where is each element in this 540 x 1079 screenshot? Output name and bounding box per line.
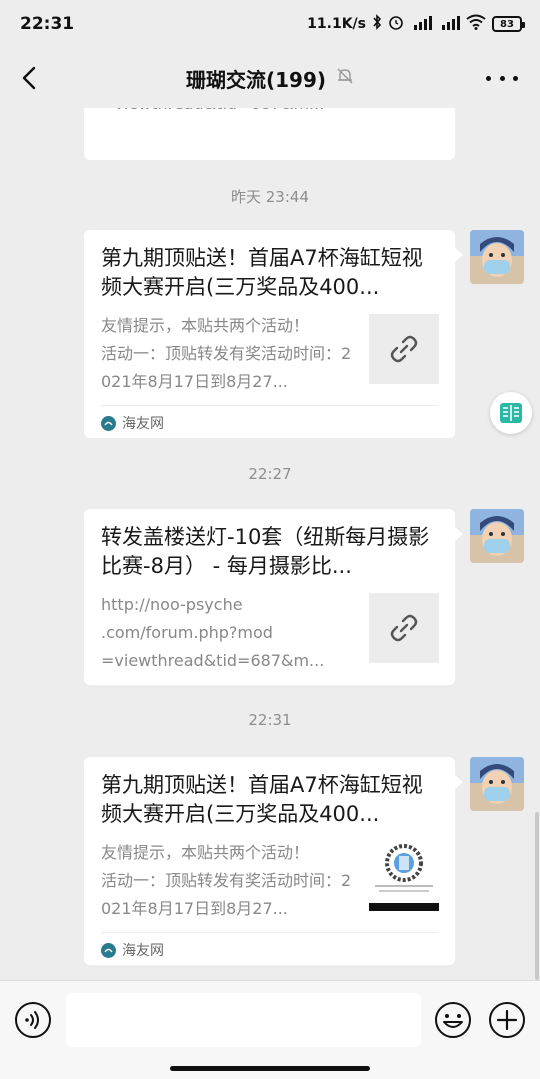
message-list[interactable]: .com/forum.php?mod =viewthread&tid=687&m… [0,108,540,980]
link-source: 海友网 [101,413,164,433]
wifi-icon [466,14,486,34]
link-message-card[interactable]: 转发盖楼送灯-10套（纽斯每月摄影比赛-8月） - 每月摄影比... http:… [84,509,463,685]
back-button[interactable] [14,60,50,96]
home-indicator[interactable] [170,1066,370,1071]
link-icon [390,614,418,642]
link-title: 转发盖楼送灯-10套（纽斯每月摄影比赛-8月） - 每月摄影比... [101,525,430,578]
alarm-icon [388,14,404,34]
signal-hd-icon-2 [438,14,460,34]
message-timestamp: 22:31 [248,711,292,729]
avatar[interactable] [470,230,524,284]
link-message-card[interactable]: 第九期顶贴送！首届A7杯海缸短视频大赛开启(三万奖品及400... 友情提示，本… [84,757,463,965]
link-description: .com/forum.php?mod =viewthread&tid=687&m… [101,108,356,118]
link-title: 第九期顶贴送！首届A7杯海缸短视频大赛开启(三万奖品及400... [101,773,423,826]
avatar[interactable] [470,757,524,811]
message-input[interactable] [66,993,421,1047]
chat-header: 珊瑚交流(199) [0,48,540,108]
link-source: 海友网 [101,940,164,960]
source-name: 海友网 [122,416,164,432]
source-logo-icon [101,415,116,431]
source-name: 海友网 [122,943,164,959]
link-description: http://noo-psyche .com/forum.php?mod =vi… [101,595,325,670]
more-dots-icon [486,75,491,81]
emoji-icon [435,1002,471,1038]
avatar[interactable] [470,509,524,563]
voice-icon [15,1002,51,1038]
message-input-bar [0,980,540,1079]
bluetooth-icon [372,14,382,34]
link-message-card[interactable]: .com/forum.php?mod =viewthread&tid=687&m… [84,108,455,160]
qr-poster-image [369,841,439,911]
more-options-button[interactable] [486,64,518,92]
avatar-image [470,509,524,563]
message-timestamp: 22:27 [248,465,292,483]
link-icon [390,335,418,363]
back-arrow-icon [22,66,36,90]
message-timestamp: 昨天 23:44 [231,188,309,206]
plus-icon [489,1002,525,1038]
status-bar: 22:31 11.1K/s 83 [0,0,540,48]
floating-reader-button[interactable] [490,392,532,434]
link-description: 友情提示，本贴共两个活动！ 活动一：顶贴转发有奖活动时间：2021年8月17日到… [101,843,352,918]
net-speed: 11.1K/s [307,16,366,32]
more-functions-button[interactable] [488,1001,526,1039]
signal-hd-icon-1 [410,14,432,34]
source-logo-icon [101,942,116,958]
battery-indicator: 83 [492,16,525,32]
emoji-button[interactable] [434,1001,472,1039]
status-icons: 11.1K/s 83 [307,14,525,34]
voice-button[interactable] [14,1001,52,1039]
status-time: 22:31 [20,14,75,34]
reader-widget-icon [500,403,522,423]
avatar-image [470,230,524,284]
mute-bell-icon [336,66,354,90]
link-thumbnail [369,841,439,911]
link-thumbnail [369,593,439,663]
avatar-image [470,757,524,811]
link-thumbnail [369,314,439,384]
chat-title-text: 珊瑚交流(199) [185,67,327,92]
link-description: 友情提示，本贴共两个活动！ 活动一：顶贴转发有奖活动时间：2021年8月17日到… [101,316,352,391]
scrollbar[interactable] [535,812,539,980]
link-title: 第九期顶贴送！首届A7杯海缸短视频大赛开启(三万奖品及400... [101,246,423,299]
link-message-card[interactable]: 第九期顶贴送！首届A7杯海缸短视频大赛开启(三万奖品及400... 友情提示，本… [84,230,463,438]
chat-title: 珊瑚交流(199) [186,64,354,93]
